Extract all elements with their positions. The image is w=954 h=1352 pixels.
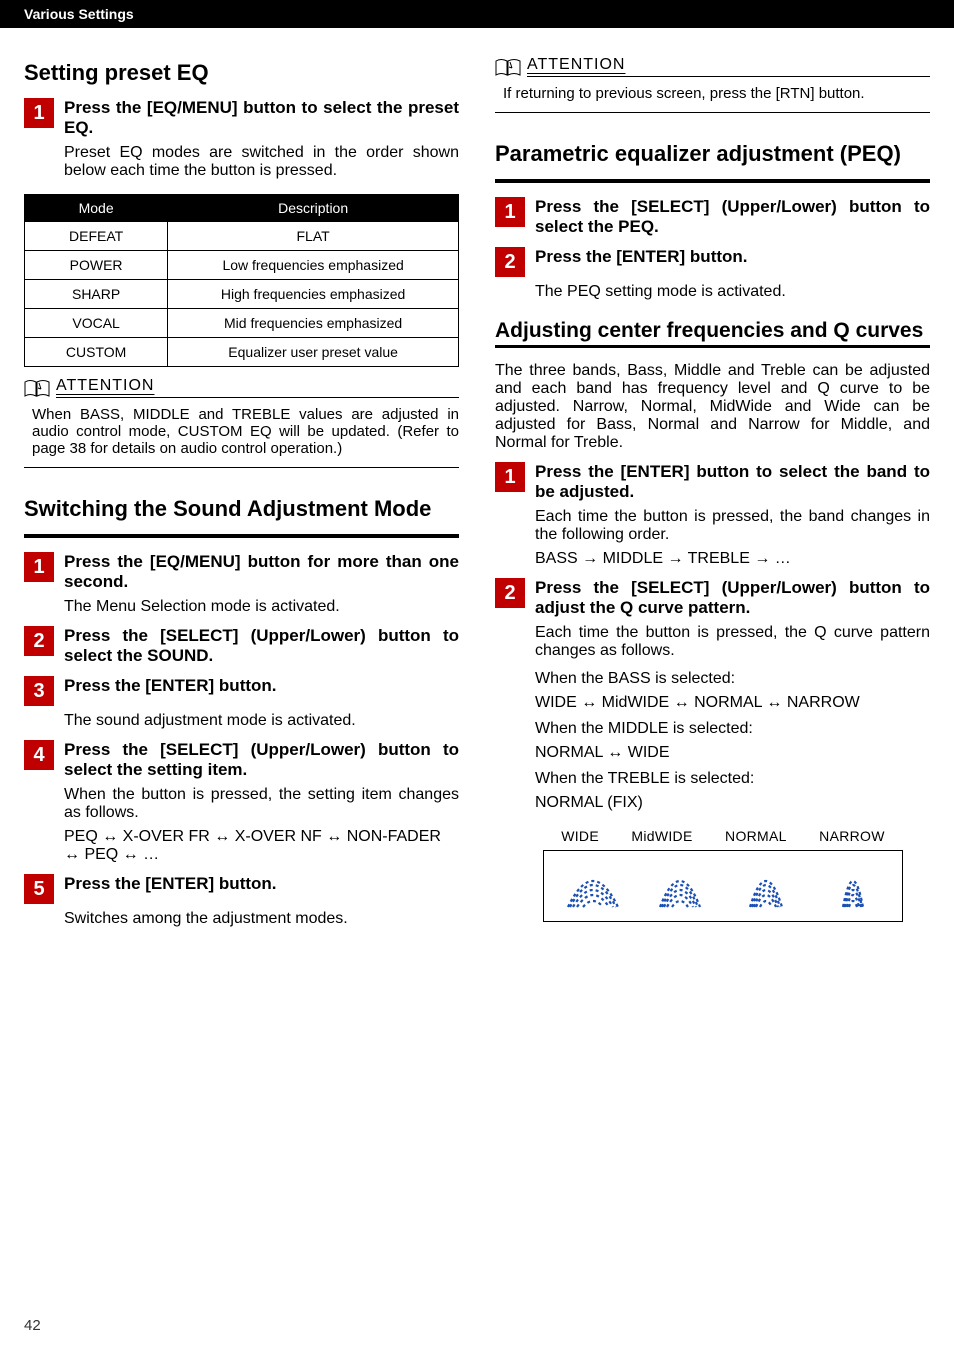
step-lead: Press the [SELECT] (Upper/Lower) button … xyxy=(64,626,459,666)
curve-wide-icon xyxy=(563,867,623,915)
step-2-text: Each time the button is pressed, the Q c… xyxy=(535,624,930,660)
book-icon xyxy=(24,379,56,397)
attention-text-rtn: If returning to previous screen, press t… xyxy=(503,85,930,102)
heading-parametric-eq: Parametric equalizer adjustment (PEQ) xyxy=(495,141,930,169)
section-header-bar: Various Settings xyxy=(0,0,954,28)
table-row: SHARPHigh frequencies emphasized xyxy=(25,280,459,309)
mode-cell: POWER xyxy=(25,251,168,280)
left-column: Setting preset EQ 1 Press the [EQ/MENU] … xyxy=(0,28,477,934)
book-icon xyxy=(495,58,527,76)
attention-heading: ATTENTION xyxy=(24,377,459,398)
step-lead: Press the [SELECT] (Upper/Lower) button … xyxy=(535,578,930,618)
page-number: 42 xyxy=(24,1317,41,1334)
middle-label: When the MIDDLE is selected: xyxy=(535,720,930,738)
step-1-sound-mode: 1 Press the [EQ/MENU] button for more th… xyxy=(24,552,459,616)
heavy-rule xyxy=(24,534,459,538)
step-1-preset-eq: 1 Press the [EQ/MENU] button to select t… xyxy=(24,98,459,180)
desc-cell: Low frequencies emphasized xyxy=(168,251,459,280)
step-lead: Press the [ENTER] button. xyxy=(64,874,459,894)
step-1-lead: Press the [EQ/MENU] button to select the… xyxy=(64,98,459,138)
step-number-badge: 5 xyxy=(24,874,54,904)
bass-label: When the BASS is selected: xyxy=(535,670,930,688)
step-lead: Press the [ENTER] button. xyxy=(535,247,930,267)
curve-midwide-icon xyxy=(650,867,710,915)
step-number-badge: 2 xyxy=(495,247,525,277)
heading-setting-preset-eq: Setting preset EQ xyxy=(24,60,459,88)
step-number-badge: 3 xyxy=(24,676,54,706)
step-text: The Menu Selection mode is activated. xyxy=(64,598,459,616)
step-1-qcurve: 1 Press the [ENTER] button to select the… xyxy=(495,462,930,544)
step-3-text: The sound adjustment mode is activated. xyxy=(64,712,459,730)
step-1-text: Preset EQ modes are switched in the orde… xyxy=(64,144,459,180)
attention-label: ATTENTION xyxy=(56,377,459,398)
mode-cell: CUSTOM xyxy=(25,338,168,367)
heading-adjusting-center-freq: Adjusting center frequencies and Q curve… xyxy=(495,319,930,343)
table-row: DEFEATFLAT xyxy=(25,222,459,251)
step-lead: Press the [EQ/MENU] button for more than… xyxy=(64,552,459,592)
attention-end-rule xyxy=(24,467,459,468)
step-lead: Press the [ENTER] button to select the b… xyxy=(535,462,930,502)
preset-eq-table: Mode Description DEFEATFLAT POWERLow fre… xyxy=(24,194,459,367)
curve-label-wide: WIDE xyxy=(561,828,599,844)
attention-label: ATTENTION xyxy=(527,56,930,77)
step-2-sound-mode: 2 Press the [SELECT] (Upper/Lower) butto… xyxy=(24,626,459,666)
step-2-peq: 2 Press the [ENTER] button. xyxy=(495,247,930,277)
step-2-text: The PEQ setting mode is activated. xyxy=(535,283,930,301)
treble-label: When the TREBLE is selected: xyxy=(535,770,930,788)
heavy-rule xyxy=(495,345,930,348)
step-1-sequence: BASS → MIDDLE → TREBLE → … xyxy=(535,550,930,568)
step-number-badge: 2 xyxy=(495,578,525,608)
step-lead: Press the [SELECT] (Upper/Lower) button … xyxy=(535,197,930,237)
step-text: Each time the button is pressed, the ban… xyxy=(535,508,930,544)
desc-cell: Mid frequencies emphasized xyxy=(168,309,459,338)
step-number-badge: 1 xyxy=(495,462,525,492)
mode-cell: DEFEAT xyxy=(25,222,168,251)
mode-cell: SHARP xyxy=(25,280,168,309)
step-text: When the button is pressed, the setting … xyxy=(64,786,459,822)
step-5-text: Switches among the adjustment modes. xyxy=(64,910,459,928)
table-row: POWERLow frequencies emphasized xyxy=(25,251,459,280)
step-2-qcurve: 2 Press the [SELECT] (Upper/Lower) butto… xyxy=(495,578,930,618)
intro-adjusting-center-freq: The three bands, Bass, Middle and Treble… xyxy=(495,362,930,452)
curve-label-normal: NORMAL xyxy=(725,828,787,844)
step-number-badge: 1 xyxy=(24,552,54,582)
table-row: CUSTOMEqualizer user preset value xyxy=(25,338,459,367)
heading-switching-sound-mode: Switching the Sound Adjustment Mode xyxy=(24,496,459,524)
attention-end-rule xyxy=(495,112,930,113)
bass-sequence: WIDE ↔ MidWIDE ↔ NORMAL ↔ NARROW xyxy=(535,694,930,712)
step-4-sound-mode: 4 Press the [SELECT] (Upper/Lower) butto… xyxy=(24,740,459,822)
step-4-sequence: PEQ ↔ X-OVER FR ↔ X-OVER NF ↔ NON-FADER … xyxy=(64,828,459,864)
desc-cell: High frequencies emphasized xyxy=(168,280,459,309)
heavy-rule xyxy=(495,179,930,183)
step-5-sound-mode: 5 Press the [ENTER] button. xyxy=(24,874,459,904)
step-number-badge: 2 xyxy=(24,626,54,656)
curve-labels-row: WIDE MidWIDE NORMAL NARROW xyxy=(543,828,903,844)
table-header-mode: Mode xyxy=(25,195,168,222)
step-3-sound-mode: 3 Press the [ENTER] button. xyxy=(24,676,459,706)
treble-sequence: NORMAL (FIX) xyxy=(535,794,930,812)
step-number-badge: 1 xyxy=(24,98,54,128)
step-lead: Press the [ENTER] button. xyxy=(64,676,459,696)
table-row: VOCALMid frequencies emphasized xyxy=(25,309,459,338)
step-number-badge: 4 xyxy=(24,740,54,770)
step-1-peq: 1 Press the [SELECT] (Upper/Lower) butto… xyxy=(495,197,930,237)
desc-cell: Equalizer user preset value xyxy=(168,338,459,367)
middle-sequence: NORMAL ↔ WIDE xyxy=(535,744,930,762)
curve-label-narrow: NARROW xyxy=(819,828,885,844)
step-lead: Press the [SELECT] (Upper/Lower) button … xyxy=(64,740,459,780)
mode-cell: VOCAL xyxy=(25,309,168,338)
attention-text-custom-eq: When BASS, MIDDLE and TREBLE values are … xyxy=(32,406,459,457)
page-body: Setting preset EQ 1 Press the [EQ/MENU] … xyxy=(0,28,954,934)
q-curve-diagram xyxy=(543,850,903,922)
step-number-badge: 1 xyxy=(495,197,525,227)
curve-label-midwide: MidWIDE xyxy=(631,828,692,844)
section-header-label: Various Settings xyxy=(24,6,134,22)
curve-normal-icon xyxy=(736,867,796,915)
curve-narrow-icon xyxy=(823,867,883,915)
table-header-description: Description xyxy=(168,195,459,222)
attention-heading: ATTENTION xyxy=(495,56,930,77)
right-column: ATTENTION If returning to previous scree… xyxy=(477,28,954,934)
desc-cell: FLAT xyxy=(168,222,459,251)
